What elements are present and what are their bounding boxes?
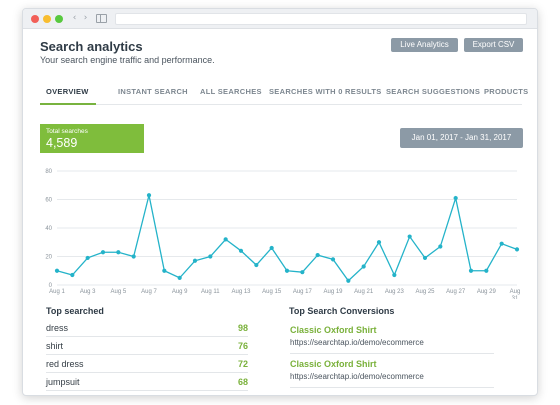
data-point	[484, 268, 489, 273]
data-point	[499, 241, 504, 246]
data-point	[300, 270, 305, 275]
data-point	[54, 268, 60, 273]
search-term: dress	[46, 323, 69, 333]
x-tick-label: Aug 11	[201, 289, 220, 295]
tab-products[interactable]: PRODUCTS	[484, 87, 529, 96]
y-tick-label: 80	[45, 169, 52, 175]
tab-search-suggestions[interactable]: SEARCH SUGGESTIONS	[386, 87, 480, 96]
data-point	[100, 250, 106, 255]
data-point	[192, 258, 198, 263]
data-point	[330, 257, 336, 262]
conversion-item[interactable]: Classic Oxford Shirt https://searchtap.i…	[290, 321, 494, 354]
product-url: https://searchtap.io/demo/ecommerce	[290, 372, 424, 381]
data-point	[468, 268, 474, 273]
data-point	[392, 272, 397, 278]
tab-bar: OVERVIEW INSTANT SEARCH ALL SEARCHES SEA…	[40, 79, 528, 105]
sidebar-toggle-icon[interactable]	[96, 14, 107, 23]
data-point	[70, 272, 75, 278]
minimize-window-button[interactable]	[43, 15, 51, 23]
data-point	[208, 254, 213, 259]
back-chevron-icon[interactable]: ‹	[69, 13, 80, 24]
x-tick-label: Aug 21	[354, 289, 374, 295]
tab-overview[interactable]: OVERVIEW	[46, 87, 89, 96]
data-point	[453, 195, 458, 201]
list-item[interactable]: shirt 76	[46, 338, 248, 355]
search-term: shirt	[46, 341, 64, 351]
data-point	[238, 248, 244, 253]
search-term: jumpsuit	[46, 377, 80, 387]
x-tick-label: Aug 29	[477, 289, 497, 295]
data-point	[422, 255, 428, 261]
data-point	[177, 275, 182, 280]
data-point	[407, 234, 412, 239]
x-tick-label: Aug 25	[415, 289, 435, 295]
total-searches-card: Total searches 4,589	[40, 124, 144, 153]
data-point	[315, 252, 320, 258]
x-tick-label: Aug 9	[172, 289, 188, 295]
live-analytics-button[interactable]: Live Analytics	[391, 38, 458, 52]
export-csv-button[interactable]: Export CSV	[464, 38, 523, 52]
search-count: 72	[237, 359, 248, 369]
browser-titlebar: ‹ ›	[23, 9, 537, 29]
series-line	[56, 195, 518, 282]
top-conversions-title: Top Search Conversions	[289, 306, 395, 316]
data-point	[223, 237, 228, 242]
total-searches-value: 4,589	[46, 136, 78, 150]
search-count: 98	[237, 323, 248, 333]
x-tick-label: Aug 3	[80, 289, 96, 295]
data-point	[361, 264, 366, 269]
x-tick-label: Aug 31	[510, 289, 521, 299]
product-link[interactable]: Classic Oxford Shirt	[290, 325, 377, 335]
active-tab-indicator	[40, 103, 96, 105]
maximize-window-button[interactable]	[55, 15, 63, 23]
close-window-button[interactable]	[31, 15, 39, 23]
data-point	[85, 255, 90, 261]
search-count: 68	[237, 377, 248, 387]
x-tick-label: Aug 7	[141, 289, 157, 295]
search-term: red dress	[46, 359, 84, 369]
x-tick-label: Aug 1	[49, 289, 65, 295]
x-tick-label: Aug 5	[110, 289, 126, 295]
data-point	[514, 247, 520, 252]
browser-window: ‹ › Search analytics Your search engine …	[22, 8, 538, 396]
list-item[interactable]: dress 98	[46, 320, 248, 337]
x-tick-label: Aug 27	[446, 289, 466, 295]
tab-searches-with-0-results[interactable]: SEARCHES WITH 0 RESULTS	[269, 87, 382, 96]
list-item[interactable]: red dress 72	[46, 356, 248, 373]
data-point	[116, 250, 121, 255]
x-tick-label: Aug 17	[293, 289, 313, 295]
data-point	[438, 244, 443, 249]
tab-all-searches[interactable]: ALL SEARCHES	[200, 87, 262, 96]
tab-instant-search[interactable]: INSTANT SEARCH	[118, 87, 188, 96]
search-count: 76	[237, 341, 248, 351]
y-tick-label: 40	[45, 226, 52, 232]
x-tick-label: Aug 23	[385, 289, 405, 295]
data-point	[346, 278, 351, 283]
forward-chevron-icon[interactable]: ›	[80, 13, 91, 24]
data-point	[254, 262, 259, 268]
top-searched-title: Top searched	[46, 306, 104, 316]
x-tick-label: Aug 15	[262, 289, 282, 295]
data-point	[284, 268, 290, 273]
data-point	[376, 240, 382, 245]
address-bar[interactable]	[115, 13, 527, 25]
list-item[interactable]: jumpsuit 68	[46, 374, 248, 391]
date-range-button[interactable]: Jan 01, 2017 - Jan 31, 2017	[400, 128, 523, 148]
total-searches-label: Total searches	[46, 128, 88, 135]
y-tick-label: 60	[45, 198, 52, 204]
x-tick-label: Aug 19	[323, 289, 343, 295]
product-link[interactable]: Classic Oxford Shirt	[290, 359, 377, 369]
searches-line-chart: 020406080Aug 1 Aug 3 Aug 5 Aug 7 Aug 9 Aug 11…	[45, 169, 521, 299]
conversion-item[interactable]: Classic Oxford Shirt https://searchtap.i…	[290, 355, 494, 388]
data-point	[269, 245, 274, 251]
data-point	[131, 254, 136, 259]
x-tick-label: Aug 13	[231, 289, 251, 295]
data-point	[162, 268, 167, 273]
product-url: https://searchtap.io/demo/ecommerce	[290, 338, 424, 347]
page-title: Search analytics	[40, 39, 143, 54]
page-subtitle: Your search engine traffic and performan…	[40, 55, 215, 65]
data-point	[146, 193, 152, 198]
y-tick-label: 20	[45, 255, 52, 261]
